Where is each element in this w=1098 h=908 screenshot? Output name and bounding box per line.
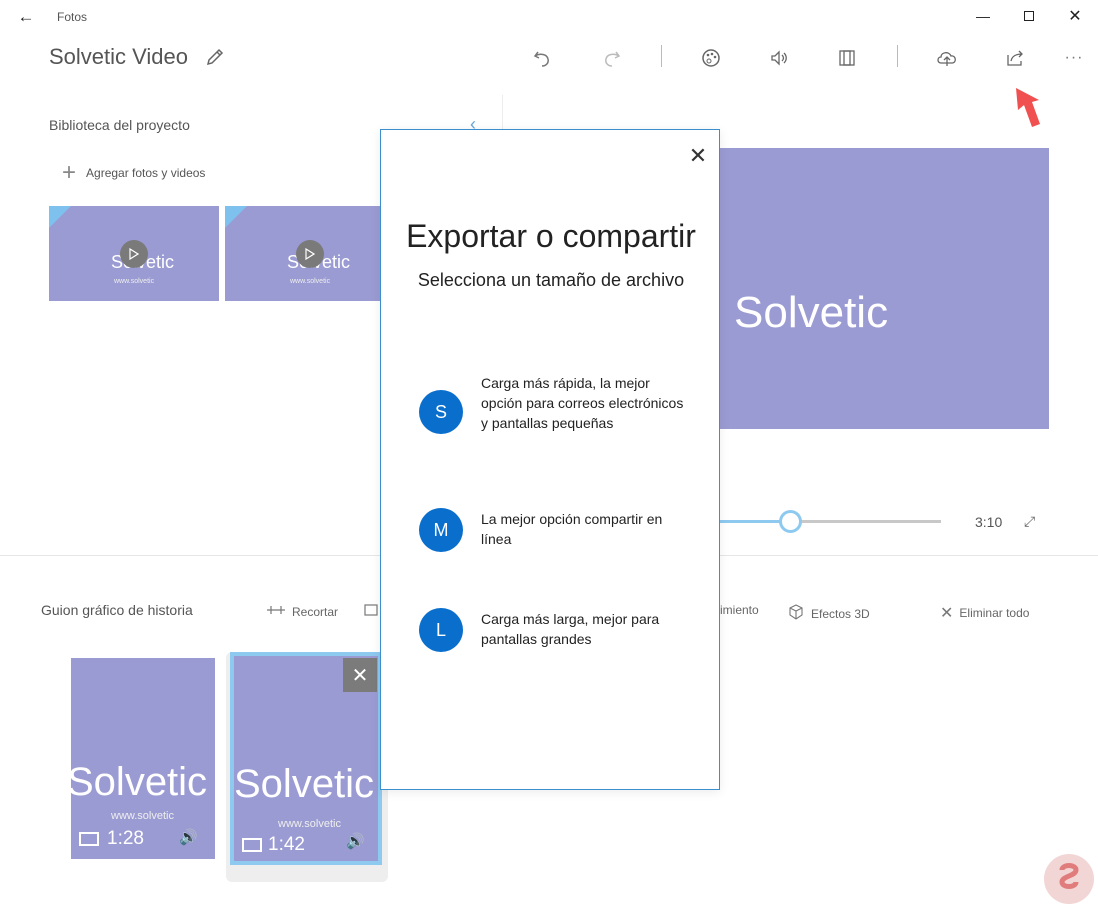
card-url: www.solvetic (278, 818, 341, 830)
expand-icon[interactable]: ⤢ (1024, 513, 1035, 530)
3d-effects-button[interactable]: Efectos 3D (787, 603, 870, 624)
size-option-text: Carga más rápida, la mejor opción para c… (481, 375, 684, 431)
dialog-close-icon[interactable]: ✕ (686, 143, 710, 168)
library-title: Biblioteca del proyecto (49, 117, 190, 133)
resize-icon[interactable] (363, 603, 379, 617)
storyboard-title: Guion gráfico de historia (41, 602, 193, 618)
maximize-icon[interactable] (1006, 0, 1052, 32)
remove-all-label: Eliminar todo (959, 606, 1030, 620)
film-icon (242, 838, 262, 852)
toolbar-separator (661, 45, 662, 67)
storyboard-card-selected[interactable]: Solvetic www.solvetic 1:42 🔊 ✕ (230, 652, 382, 865)
trim-label: Recortar (292, 604, 339, 619)
size-letter-badge: M (419, 508, 463, 552)
undo-icon[interactable] (529, 44, 557, 72)
cloud-upload-icon[interactable] (933, 44, 961, 72)
play-icon[interactable] (296, 240, 324, 268)
motion-label: imiento (720, 603, 759, 617)
dialog-subtitle: Selecciona un tamaño de archivo (417, 270, 685, 290)
trim-button[interactable]: Recortar (266, 603, 338, 620)
dialog-title: Exportar o compartir (406, 218, 696, 254)
preview-logo: Solvetic (734, 288, 889, 337)
pencil-icon[interactable] (204, 46, 226, 68)
library-thumbnail[interactable]: Solvetic www.solvetic (225, 206, 381, 301)
card-logo: Solvetic (234, 762, 375, 806)
annotation-arrow-icon (1006, 82, 1046, 130)
card-duration: 1:28 (107, 828, 144, 849)
minimize-icon[interactable]: — (960, 0, 1006, 32)
size-option-medium[interactable]: M La mejor opción compartir en línea (419, 508, 709, 552)
card-volume-icon[interactable]: 🔊 (346, 832, 365, 850)
3d-effects-label: Efectos 3D (811, 606, 870, 621)
size-letter-badge: S (419, 390, 463, 434)
size-option-text: Carga más larga, mejor para pantallas gr… (481, 611, 660, 647)
volume-icon[interactable] (765, 44, 793, 72)
selected-corner-marker (225, 206, 247, 228)
window-title: Fotos (57, 10, 88, 24)
size-option-large[interactable]: L Carga más larga, mejor para pantallas … (419, 608, 709, 652)
add-media-button[interactable]: + Agregar fotos y videos (62, 159, 206, 186)
card-url: www.solvetic (111, 810, 174, 822)
toolbar-separator (897, 45, 898, 67)
3d-effects-icon (787, 603, 805, 624)
library-thumbnail[interactable]: Solvetic www.solvetic (49, 206, 219, 301)
card-duration: 1:42 (268, 834, 305, 855)
export-dialog: ✕ Exportar o compartir Selecciona un tam… (380, 129, 720, 790)
thumbnail-url: www.solvetic (290, 278, 331, 285)
motion-button[interactable]: imiento (720, 603, 759, 617)
add-media-label: Agregar fotos y videos (86, 166, 206, 180)
storyboard-card[interactable]: Solvetic www.solvetic 1:28 🔊 (71, 658, 215, 859)
redo-icon[interactable] (597, 44, 625, 72)
size-option-text: La mejor opción compartir en línea (481, 511, 663, 547)
palette-icon[interactable] (697, 44, 725, 72)
card-volume-icon[interactable]: 🔊 (179, 828, 198, 846)
remove-card-icon[interactable]: ✕ (343, 658, 377, 692)
plus-icon: + (62, 159, 77, 186)
back-arrow-icon[interactable]: ← (14, 6, 38, 28)
video-preview[interactable]: Solvetic (716, 148, 1049, 429)
play-icon[interactable] (120, 240, 148, 268)
project-title: Solvetic Video (49, 44, 189, 69)
thumbnail-url: www.solvetic (114, 278, 155, 285)
playback-slider-thumb[interactable] (779, 510, 802, 533)
share-icon[interactable] (1001, 44, 1029, 72)
size-letter-badge: L (419, 608, 463, 652)
selected-corner-marker (49, 206, 71, 228)
size-option-small[interactable]: S Carga más rápida, la mejor opción para… (419, 373, 709, 434)
close-icon[interactable]: ✕ (1052, 0, 1098, 32)
remove-all-icon: ✕ (940, 605, 954, 622)
total-time: 3:10 (975, 514, 1003, 530)
trim-icon (266, 603, 286, 620)
remove-all-button[interactable]: ✕ Eliminar todo (940, 603, 1029, 623)
card-logo: Solvetic (71, 760, 208, 804)
film-icon (79, 832, 99, 846)
aspect-ratio-icon[interactable] (833, 44, 861, 72)
more-icon[interactable]: ··· (1060, 44, 1088, 72)
solvetic-logo-watermark (1042, 852, 1096, 906)
